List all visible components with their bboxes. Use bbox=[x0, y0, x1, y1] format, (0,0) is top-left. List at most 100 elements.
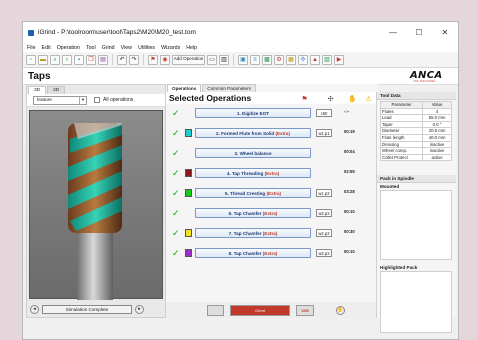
operation-row[interactable]: ✓ 4. Tap Threading (Extra) 02:55 bbox=[166, 166, 378, 180]
operation-group-field[interactable]: w2.p2 bbox=[316, 229, 332, 237]
toolbar: ▫ ▬ ⌕ ♁ ▪ ❐ ▤ ↶ ↷ ⚑ ◉ Add Operation ▭ ▥ … bbox=[23, 52, 458, 68]
flag-icon[interactable]: ⚑ bbox=[300, 94, 309, 103]
sort-icon[interactable]: ✣ bbox=[298, 54, 308, 65]
checkmark-icon: ✓ bbox=[172, 128, 180, 138]
operation-group-field[interactable]: w2.p2 bbox=[316, 209, 332, 217]
minimize-button[interactable]: — bbox=[380, 22, 406, 43]
checkmark-icon: ✓ bbox=[172, 228, 180, 238]
maximize-button[interactable]: ☐ bbox=[406, 22, 432, 43]
all-operations-checkbox[interactable] bbox=[94, 97, 100, 103]
operation-row[interactable]: ✓ 2. Formed Flute from Solid (Extra) w1.p1… bbox=[166, 126, 378, 140]
operation-group-field[interactable]: w2.p2 bbox=[316, 249, 332, 257]
menu-edit[interactable]: Edit bbox=[42, 45, 51, 51]
operation-button[interactable]: 3. Wheel balance bbox=[195, 148, 311, 158]
list-icon[interactable]: ≡ bbox=[250, 54, 260, 65]
highlighted-pack-label: Highlighted Pack bbox=[377, 264, 456, 272]
tool-icon[interactable]: ♁ bbox=[62, 54, 72, 65]
menu-file[interactable]: File bbox=[27, 45, 36, 51]
operation-group-field[interactable]: w1.p2 bbox=[316, 189, 332, 197]
menu-wizards[interactable]: Wizards bbox=[161, 45, 180, 51]
hand-icon[interactable]: ✋ bbox=[348, 94, 357, 103]
operation-button[interactable]: 2. Formed Flute from Solid (Extra) bbox=[195, 128, 311, 138]
wheel-icon[interactable]: ◉ bbox=[160, 54, 170, 65]
anca-logo: ANCA CNC MACHINES bbox=[410, 70, 443, 83]
machine-icon[interactable]: ▩ bbox=[262, 54, 272, 65]
3d-viewport[interactable] bbox=[29, 110, 163, 300]
operation-time: 00:10 bbox=[344, 209, 355, 214]
menu-view[interactable]: View bbox=[121, 45, 132, 51]
operation-button[interactable]: 7. Tap Chamfer (Extra) bbox=[195, 228, 311, 238]
table-row[interactable]: Taper 0.0 ° bbox=[379, 120, 452, 129]
menu-help[interactable]: Help bbox=[186, 45, 197, 51]
step-back-icon[interactable]: ◂ bbox=[30, 304, 39, 314]
open-folder-icon[interactable]: ▬ bbox=[38, 54, 48, 65]
operation-time: 02:55 bbox=[344, 169, 355, 174]
delete-icon[interactable]: ▥ bbox=[219, 54, 229, 65]
cim-button[interactable]: CIM bbox=[296, 304, 314, 316]
tool-data-panel: Tool Data Parameter Value Flutes 4 Lead 55… bbox=[376, 92, 456, 334]
layout-icon[interactable]: ▣ bbox=[238, 54, 248, 65]
table-row[interactable]: Diameter 20.5 mm bbox=[379, 127, 452, 135]
hand-icon[interactable]: ✋ bbox=[336, 305, 345, 315]
operation-row[interactable]: ✓ 3. Wheel balance 00:04 bbox=[166, 146, 378, 160]
sort-icon[interactable]: ✣ bbox=[326, 94, 335, 103]
operation-button[interactable]: 5. Thread Cresting (Extra) bbox=[195, 188, 311, 198]
pack-icon[interactable]: ▦ bbox=[286, 54, 296, 65]
save-icon[interactable]: ▪ bbox=[74, 54, 84, 65]
operation-time: 00:10 bbox=[344, 249, 355, 254]
menu-utilities[interactable]: Utilities bbox=[138, 45, 155, 51]
print-icon[interactable]: ▤ bbox=[98, 54, 108, 65]
operation-group-field[interactable]: c50 bbox=[316, 109, 332, 117]
table-row[interactable]: Flute length 40.0 mm bbox=[379, 133, 452, 142]
operation-button[interactable]: 8. Tap Chamfer (Extra) bbox=[195, 248, 311, 258]
edit-icon[interactable]: ▭ bbox=[207, 54, 217, 65]
operation-row[interactable]: ✓ 7. Tap Chamfer (Extra) w2.p2 00:30 bbox=[166, 226, 378, 240]
menu-tool[interactable]: Tool bbox=[86, 45, 96, 51]
new-file-icon[interactable]: ▫ bbox=[26, 54, 36, 65]
checkmark-icon: ✓ bbox=[172, 108, 180, 118]
tab-3d[interactable]: 3D bbox=[28, 86, 47, 94]
mounted-label: Mounted bbox=[377, 183, 456, 191]
operation-color-swatch bbox=[185, 169, 192, 177]
table-row[interactable]: Flutes 4 bbox=[379, 107, 452, 116]
menu-operation[interactable]: Operation bbox=[57, 45, 80, 51]
settings-icon[interactable]: ⚙ bbox=[274, 54, 284, 65]
export-icon[interactable]: ▶ bbox=[334, 54, 344, 65]
add-operation-button[interactable]: Add Operation bbox=[172, 54, 205, 65]
operation-time: -:-- bbox=[344, 109, 350, 114]
operation-button[interactable]: 4. Tap Threading (Extra) bbox=[195, 168, 311, 178]
simulation-status-button[interactable]: Simulation Complete bbox=[42, 304, 132, 314]
table-row[interactable]: Wheel comp. inactive bbox=[379, 147, 452, 155]
blank-button[interactable] bbox=[207, 304, 224, 316]
operation-row[interactable]: ✓ 8. Tap Chamfer (Extra) w2.p2 00:10 bbox=[166, 246, 378, 260]
search-icon[interactable]: ⌕ bbox=[50, 54, 60, 65]
operation-button[interactable]: 1. Digitize EOT bbox=[195, 108, 311, 118]
menu-grind[interactable]: Grind bbox=[102, 45, 115, 51]
tab-2d[interactable]: 2D bbox=[47, 86, 66, 94]
warning-icon[interactable]: ⚠ bbox=[364, 94, 373, 103]
operation-row[interactable]: ✓ 5. Thread Cresting (Extra) w1.p2 03:28 bbox=[166, 186, 378, 200]
report-icon[interactable]: ▧ bbox=[322, 54, 332, 65]
tab-common-parameters[interactable]: Common Parameters bbox=[202, 84, 256, 92]
operation-time: 00:19 bbox=[344, 129, 355, 134]
table-row[interactable]: Collet Protect active bbox=[379, 153, 452, 162]
redo-icon[interactable]: ↷ bbox=[129, 54, 139, 65]
checkmark-icon: ✓ bbox=[172, 168, 180, 178]
tab-operations[interactable]: Operations bbox=[167, 84, 202, 92]
grind-button[interactable]: Grind bbox=[230, 304, 290, 316]
view-mode-select[interactable]: feature ▼ bbox=[33, 95, 87, 105]
flag-icon[interactable]: ⚑ bbox=[148, 54, 158, 65]
table-row[interactable]: Lead 55.0 mm bbox=[379, 114, 452, 122]
close-button[interactable]: ✕ bbox=[432, 22, 458, 43]
table-row[interactable]: Dressing inactive bbox=[379, 140, 452, 149]
copy-icon[interactable]: ❐ bbox=[86, 54, 96, 65]
operation-row[interactable]: ✓ 1. Digitize EOT c50 -:-- bbox=[166, 106, 378, 120]
operation-button[interactable]: 6. Tap Chamfer (Extra) bbox=[195, 208, 311, 218]
menu-bar: File Edit Operation Tool Grind View Util… bbox=[23, 43, 458, 52]
operation-row[interactable]: ✓ 6. Tap Chamfer (Extra) w2.p2 00:10 bbox=[166, 206, 378, 220]
operation-color-swatch bbox=[185, 129, 192, 137]
graph-icon[interactable]: ▲ bbox=[310, 54, 320, 65]
undo-icon[interactable]: ↶ bbox=[117, 54, 127, 65]
play-icon[interactable]: ▸ bbox=[135, 304, 144, 314]
operation-group-field[interactable]: w1.p1 bbox=[316, 129, 332, 137]
